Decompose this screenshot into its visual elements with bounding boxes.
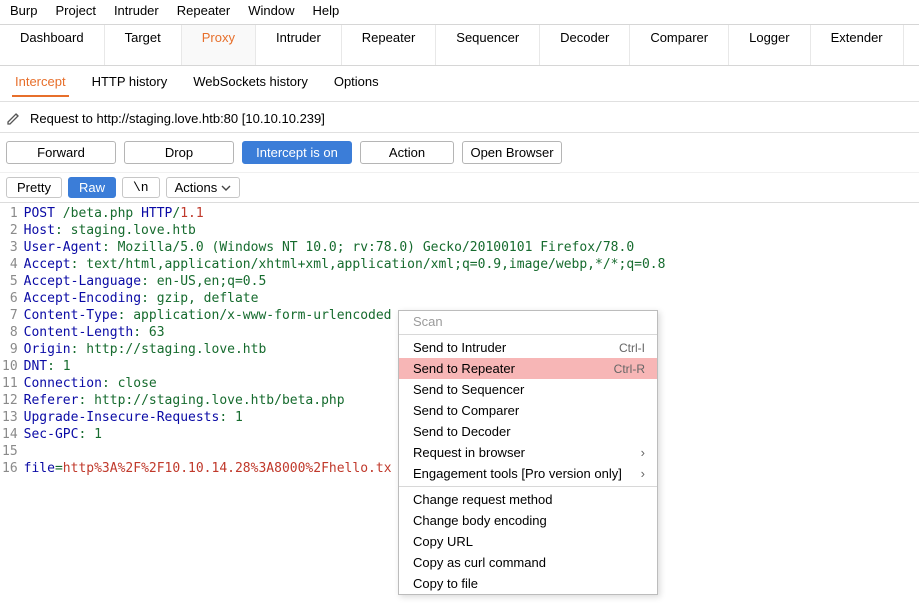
context-item-label: Change request method [413, 492, 552, 507]
context-menu: Scan Send to Intruder Ctrl-I Send to Repeat… [398, 310, 658, 595]
raw-tab[interactable]: Raw [68, 177, 116, 198]
context-request-in-browser[interactable]: Request in browser › [399, 442, 657, 463]
chevron-down-icon [221, 183, 231, 193]
line-gutter: 12345678910111213141516 [0, 205, 24, 477]
tab-decoder[interactable]: Decoder [540, 25, 630, 65]
context-item-label: Scan [413, 314, 443, 329]
actions-dropdown[interactable]: Actions [166, 177, 241, 198]
context-item-label: Copy to file [413, 576, 478, 591]
request-info-bar: Request to http://staging.love.htb:80 [1… [0, 102, 919, 133]
context-scan: Scan [399, 311, 657, 332]
tab-intruder[interactable]: Intruder [256, 25, 342, 65]
context-separator [399, 334, 657, 335]
context-item-label: Engagement tools [Pro version only] [413, 466, 622, 481]
context-item-label: Send to Repeater [413, 361, 515, 376]
context-change-request-method[interactable]: Change request method [399, 489, 657, 510]
tab-target[interactable]: Target [105, 25, 182, 65]
context-change-body-encoding[interactable]: Change body encoding [399, 510, 657, 531]
menu-window[interactable]: Window [248, 3, 294, 18]
context-item-label: Send to Intruder [413, 340, 506, 355]
context-send-to-repeater[interactable]: Send to Repeater Ctrl-R [399, 358, 657, 379]
context-engagement-tools-pro-version-only-[interactable]: Engagement tools [Pro version only] › [399, 463, 657, 484]
context-send-to-intruder[interactable]: Send to Intruder Ctrl-I [399, 337, 657, 358]
chevron-right-icon: › [641, 445, 645, 460]
tab-logger[interactable]: Logger [729, 25, 810, 65]
context-copy-as-curl-command[interactable]: Copy as curl command [399, 552, 657, 573]
forward-button[interactable]: Forward [6, 141, 116, 164]
actions-dropdown-label: Actions [175, 180, 218, 195]
tab-proxy[interactable]: Proxy [182, 25, 256, 65]
edit-icon [6, 110, 22, 126]
menu-project[interactable]: Project [55, 3, 95, 18]
menu-intruder[interactable]: Intruder [114, 3, 159, 18]
context-item-label: Send to Decoder [413, 424, 511, 439]
context-item-label: Copy as curl command [413, 555, 546, 570]
context-send-to-comparer[interactable]: Send to Comparer [399, 400, 657, 421]
proxy-subtabs: Intercept HTTP history WebSockets history O… [0, 66, 919, 102]
context-copy-url[interactable]: Copy URL [399, 531, 657, 552]
view-mode-bar: Pretty Raw \n Actions [0, 172, 919, 203]
tab-repeater[interactable]: Repeater [342, 25, 436, 65]
context-send-to-sequencer[interactable]: Send to Sequencer [399, 379, 657, 400]
context-item-label: Send to Comparer [413, 403, 519, 418]
chevron-right-icon: › [641, 466, 645, 481]
tab-sequencer[interactable]: Sequencer [436, 25, 540, 65]
tab-comparer[interactable]: Comparer [630, 25, 729, 65]
main-tabs: DashboardTargetProxyIntruderRepeaterSequ… [0, 24, 919, 66]
drop-button[interactable]: Drop [124, 141, 234, 164]
context-shortcut: Ctrl-I [619, 341, 645, 355]
pretty-tab[interactable]: Pretty [6, 177, 62, 198]
context-shortcut: Ctrl-R [614, 362, 645, 376]
subtab-intercept[interactable]: Intercept [12, 72, 69, 97]
context-send-to-decoder[interactable]: Send to Decoder [399, 421, 657, 442]
context-item-label: Change body encoding [413, 513, 547, 528]
menu-help[interactable]: Help [312, 3, 339, 18]
context-copy-to-file[interactable]: Copy to file [399, 573, 657, 594]
action-bar: Forward Drop Intercept is on Action Open… [0, 133, 919, 172]
context-item-label: Copy URL [413, 534, 473, 549]
newline-toggle[interactable]: \n [122, 177, 160, 198]
request-target-label: Request to http://staging.love.htb:80 [1… [30, 111, 325, 126]
tab-project-options[interactable]: Project options [904, 25, 919, 65]
tab-dashboard[interactable]: Dashboard [0, 25, 105, 65]
menu-bar: Burp Project Intruder Repeater Window Help [0, 0, 919, 24]
menu-burp[interactable]: Burp [10, 3, 37, 18]
subtab-websockets-history[interactable]: WebSockets history [190, 72, 311, 97]
menu-repeater[interactable]: Repeater [177, 3, 230, 18]
context-separator [399, 486, 657, 487]
action-button[interactable]: Action [360, 141, 454, 164]
intercept-toggle-button[interactable]: Intercept is on [242, 141, 352, 164]
open-browser-button[interactable]: Open Browser [462, 141, 562, 164]
subtab-options[interactable]: Options [331, 72, 382, 97]
subtab-http-history[interactable]: HTTP history [89, 72, 171, 97]
context-item-label: Send to Sequencer [413, 382, 524, 397]
context-item-label: Request in browser [413, 445, 525, 460]
tab-extender[interactable]: Extender [811, 25, 904, 65]
